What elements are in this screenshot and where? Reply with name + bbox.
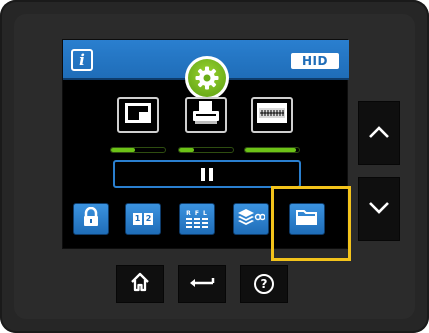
ribbon-level-fill [245,148,297,152]
layers-button[interactable] [233,203,269,235]
help-button[interactable]: ? [240,265,288,303]
hid-logo-text: HID [302,54,328,68]
ribbon-icon [256,102,288,128]
chevron-up-icon [368,124,390,143]
two-panel-button[interactable]: 1 2 [125,203,161,235]
printer-control-panel: i HID 1 2 R F L ? [0,0,429,333]
printer-level-fill [179,148,195,152]
pause-button[interactable] [113,160,301,188]
panel-one-label: 1 [133,213,142,225]
highlight-box [271,186,351,261]
scroll-down-button[interactable] [358,177,400,241]
home-icon [129,271,151,297]
lock-icon [82,206,100,231]
ribbon-panels-letters: R F L [186,210,208,217]
layers-icon [237,207,266,231]
card-supply-icon [124,102,152,128]
printer-tile[interactable] [185,97,227,133]
help-icon: ? [254,274,274,294]
help-glyph: ? [260,277,268,291]
card-supply-level-fill [111,148,136,152]
printer-level-bar [178,147,234,153]
scroll-up-button[interactable] [358,101,400,165]
chevron-down-icon [368,200,390,219]
ribbon-tile[interactable] [251,97,293,133]
info-icon: i [79,50,85,69]
lock-button[interactable] [73,203,109,235]
card-supply-level-bar [110,147,166,153]
card-supply-tile[interactable] [117,97,159,133]
ribbon-panels-icon: R F L [186,210,208,228]
two-panel-icon: 1 2 [133,213,153,225]
back-button[interactable] [178,265,226,303]
panel-two-label: 2 [144,213,153,225]
pause-icon [201,167,213,181]
back-arrow-icon [189,274,215,294]
home-button[interactable] [116,265,164,303]
printer-icon [191,100,221,130]
ribbon-level-bar [244,147,300,153]
hid-logo: HID [291,53,339,69]
settings-button[interactable] [185,56,229,100]
info-button[interactable]: i [71,49,93,71]
gear-icon [188,59,226,97]
ribbon-panels-button[interactable]: R F L [179,203,215,235]
